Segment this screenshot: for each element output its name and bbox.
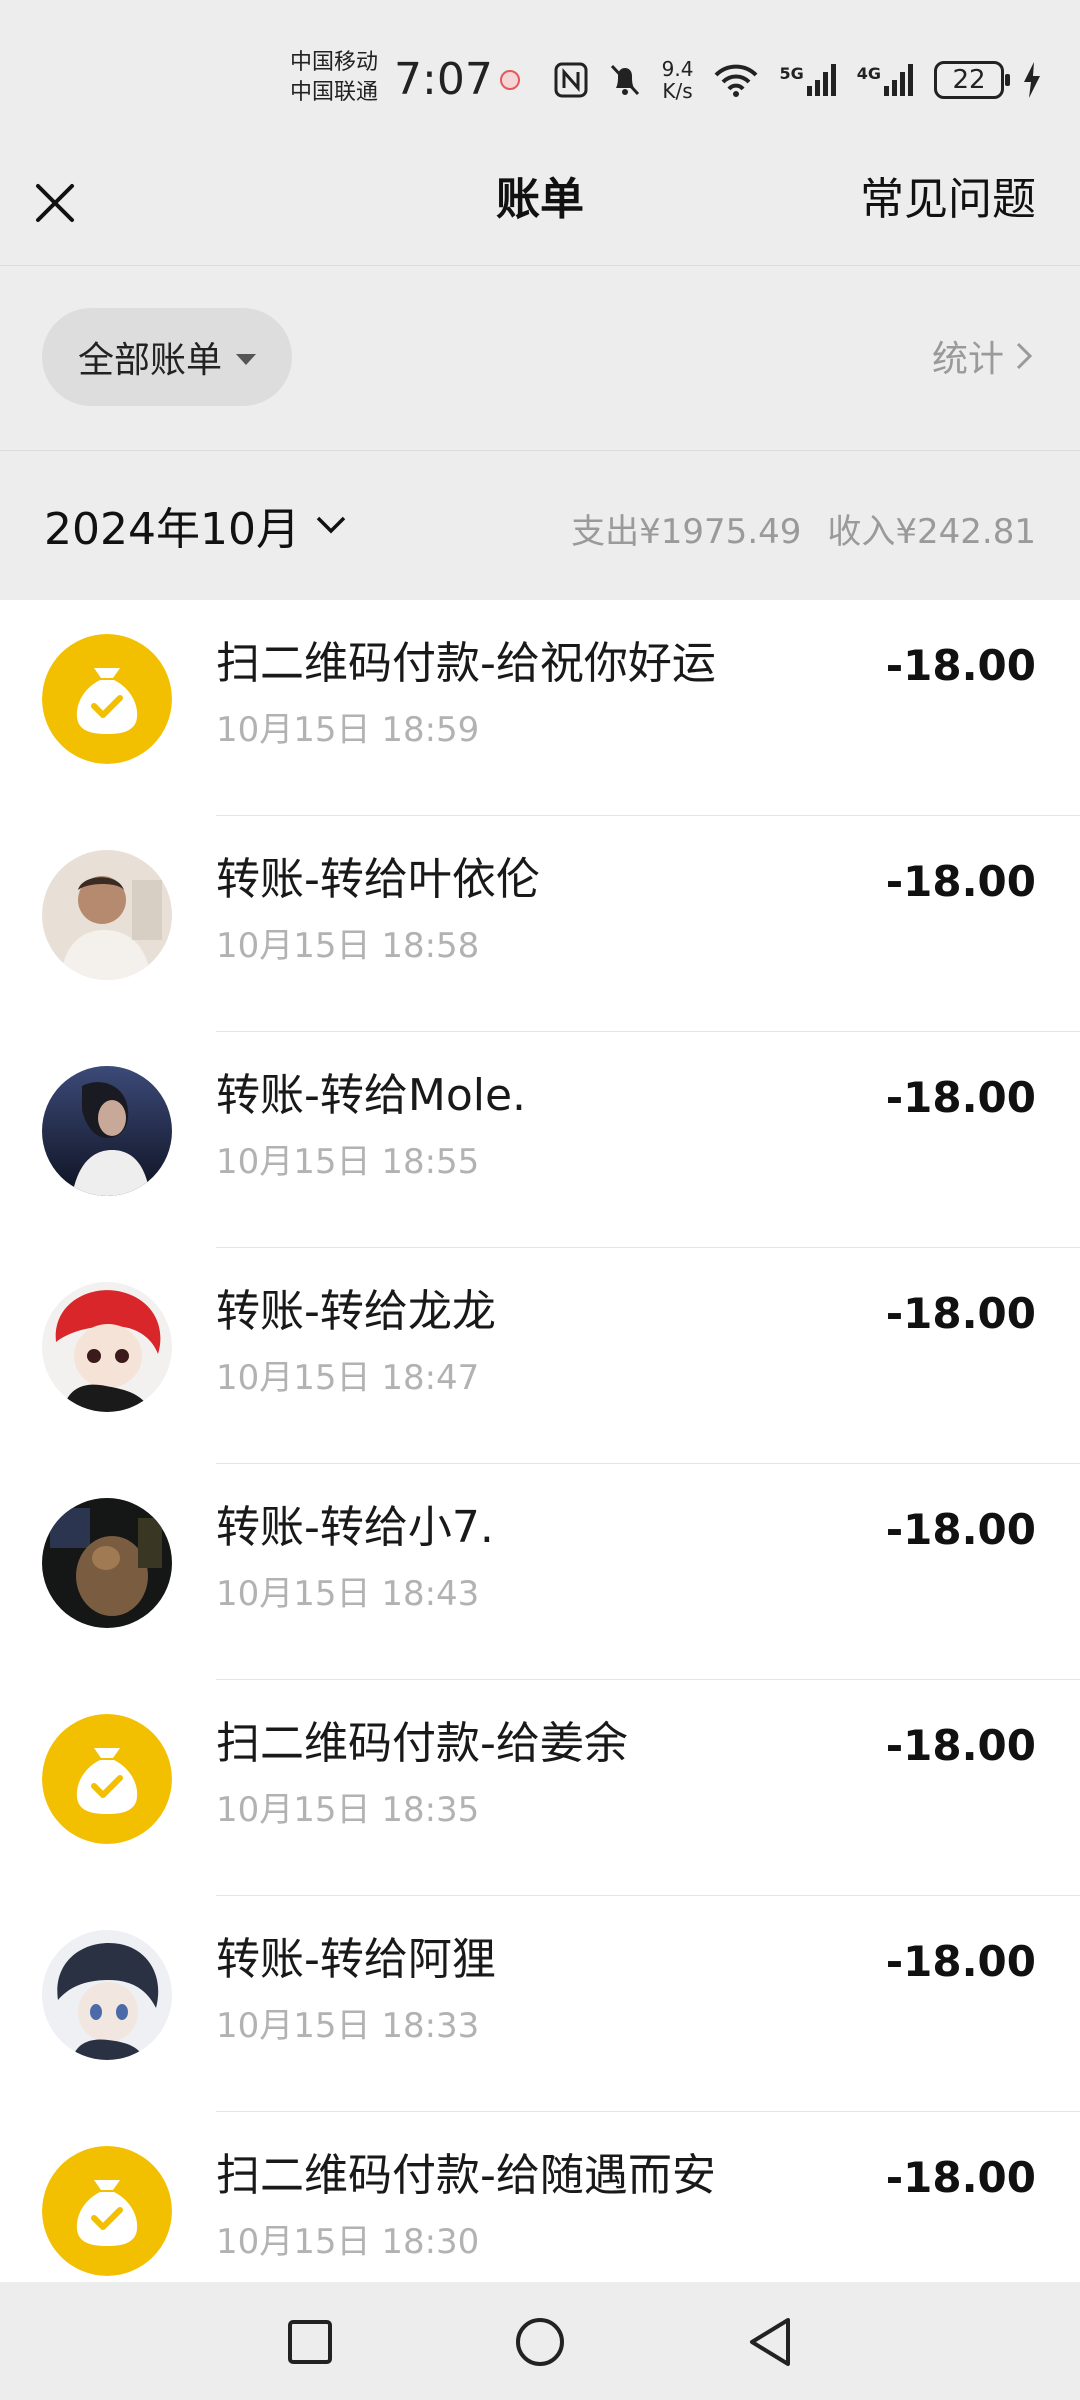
close-icon — [36, 184, 74, 222]
bill-title: 转账-转给小7. — [216, 1502, 494, 1553]
bill-title: 转账-转给叶依伦 — [216, 854, 540, 905]
system-nav-bar — [0, 2282, 1080, 2400]
bill-time: 10月15日 18:55 — [216, 1142, 480, 1182]
bill-title: 扫二维码付款-给随遇而安 — [216, 2150, 716, 2201]
bill-time: 10月15日 18:30 — [216, 2222, 480, 2262]
month-summary: 支出¥1975.49 收入¥242.81 — [571, 503, 1036, 553]
signal-bars-icon — [806, 64, 836, 96]
charging-icon — [1024, 62, 1040, 98]
bill-title: 转账-转给阿狸 — [216, 1934, 496, 1985]
contact-avatar — [42, 1930, 172, 2060]
signal-bars-icon — [884, 64, 913, 96]
bill-amount: -18.00 — [885, 641, 1036, 690]
bill-title: 扫二维码付款-给祝你好运 — [216, 638, 716, 689]
signal-5g: 5G — [779, 64, 836, 96]
bill-amount: -18.00 — [885, 1937, 1036, 1986]
bill-time: 10月15日 18:33 — [216, 2006, 480, 2046]
back-triangle-icon — [750, 2318, 790, 2366]
bill-time: 10月15日 18:58 — [216, 926, 480, 966]
nfc-icon — [554, 62, 588, 98]
month-label: 2024年10月 — [44, 504, 300, 555]
square-icon — [288, 2320, 332, 2364]
month-expense: 支出¥1975.49 — [571, 511, 802, 552]
stats-link[interactable]: 统计 — [932, 326, 1032, 386]
bill-item[interactable]: 转账-转给Mole. 10月15日 18:55 -18.00 — [0, 1032, 1080, 1248]
notification-icon — [500, 70, 520, 90]
bill-amount: -18.00 — [885, 857, 1036, 906]
bill-title: 扫二维码付款-给姜余 — [216, 1718, 628, 1769]
status-bar: 中国移动 中国联通 7:07 9.4 K/s 5G 4G 22 — [0, 0, 1080, 140]
bill-amount: -18.00 — [885, 1289, 1036, 1338]
bill-item[interactable]: 转账-转给叶依伦 10月15日 18:58 -18.00 — [0, 816, 1080, 1032]
stats-label: 统计 — [931, 339, 1004, 380]
bill-time: 10月15日 18:59 — [216, 710, 480, 750]
bill-item[interactable]: 扫二维码付款-给姜余 10月15日 18:35 -18.00 — [0, 1680, 1080, 1896]
qr-payment-icon — [42, 634, 172, 764]
carrier-1: 中国移动 — [290, 50, 379, 75]
signal-2-label: 4G — [856, 64, 881, 83]
bill-type-filter[interactable]: 全部账单 — [42, 308, 292, 406]
bill-item[interactable]: 转账-转给小7. 10月15日 18:43 -18.00 — [0, 1464, 1080, 1680]
contact-avatar — [42, 850, 172, 980]
bill-title: 转账-转给龙龙 — [216, 1286, 496, 1337]
qr-payment-icon — [42, 2146, 172, 2276]
signal-4g: 4G — [857, 64, 914, 96]
bill-item[interactable]: 扫二维码付款-给祝你好运 10月15日 18:59 -18.00 — [0, 600, 1080, 816]
filter-row: 全部账单 统计 — [0, 266, 1080, 450]
back-button[interactable] — [730, 2304, 810, 2380]
home-button[interactable] — [500, 2304, 580, 2380]
nav-bar: 账单 常见问题 — [0, 140, 1080, 266]
chevron-right-icon — [1016, 342, 1032, 370]
chevron-down-icon — [316, 516, 346, 534]
carrier-2: 中国联通 — [290, 80, 379, 105]
bill-item[interactable]: 扫二维码付款-给随遇而安 10月15日 18:30 -18.00 — [0, 2112, 1080, 2282]
bill-item[interactable]: 转账-转给龙龙 10月15日 18:47 -18.00 — [0, 1248, 1080, 1464]
bill-type-filter-label: 全部账单 — [77, 340, 222, 381]
status-icons: 9.4 K/s 5G 4G 22 — [554, 56, 1040, 104]
bill-amount: -18.00 — [885, 1721, 1036, 1770]
battery-icon: 22 — [934, 61, 1010, 99]
month-income: 收入¥242.81 — [827, 511, 1036, 552]
bill-time: 10月15日 18:47 — [216, 1358, 480, 1398]
bill-item[interactable]: 转账-转给阿狸 10月15日 18:33 -18.00 — [0, 1896, 1080, 2112]
wifi-icon — [715, 64, 758, 97]
recents-button[interactable] — [270, 2304, 350, 2380]
mute-icon — [610, 64, 639, 96]
signal-1-label: 5G — [779, 64, 804, 83]
network-speed: 9.4 K/s — [662, 58, 694, 102]
faq-link[interactable]: 常见问题 — [860, 170, 1036, 230]
close-button[interactable] — [28, 176, 82, 230]
bill-time: 10月15日 18:43 — [216, 1574, 480, 1614]
bill-list: 扫二维码付款-给祝你好运 10月15日 18:59 -18.00 转账-转给叶依… — [0, 600, 1080, 2282]
net-speed-value: 9.4 — [661, 57, 694, 81]
caret-down-icon — [236, 353, 256, 365]
qr-payment-icon — [42, 1714, 172, 1844]
month-header: 2024年10月 支出¥1975.49 收入¥242.81 — [0, 450, 1080, 600]
contact-avatar — [42, 1282, 172, 1412]
contact-avatar — [42, 1498, 172, 1628]
bill-title: 转账-转给Mole. — [216, 1070, 527, 1121]
bill-amount: -18.00 — [885, 2153, 1036, 2202]
circle-icon — [516, 2318, 564, 2366]
bill-amount: -18.00 — [885, 1073, 1036, 1122]
month-picker[interactable]: 2024年10月 — [44, 495, 346, 555]
status-time: 7:07 — [394, 54, 493, 105]
net-speed-unit: K/s — [662, 79, 693, 103]
contact-avatar — [42, 1066, 172, 1196]
carrier-labels: 中国移动 中国联通 — [290, 48, 378, 108]
bill-time: 10月15日 18:35 — [216, 1790, 480, 1830]
bill-amount: -18.00 — [885, 1505, 1036, 1554]
